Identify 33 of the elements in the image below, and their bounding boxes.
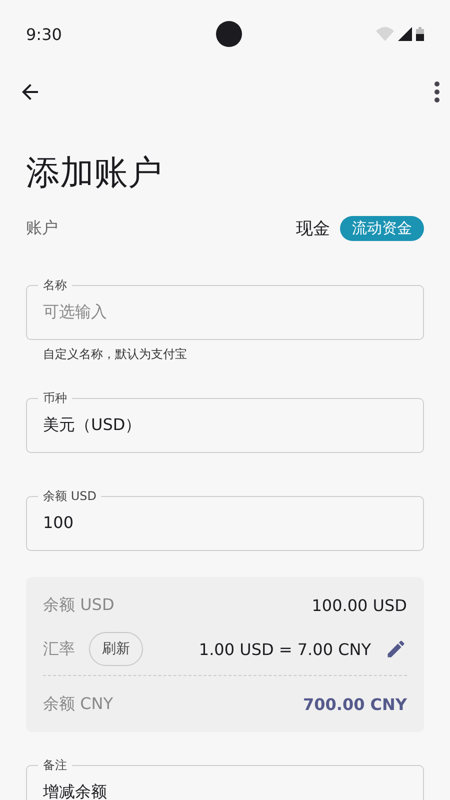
account-type: 现金 [296, 218, 330, 240]
row-label: 余额 USD [43, 594, 114, 616]
account-label: 账户 [26, 218, 58, 238]
helper-text: 自定义名称，默认为支付宝 [43, 346, 188, 363]
text-input[interactable]: 100 [43, 513, 407, 533]
input-field[interactable]: 备注 增减余额 [26, 758, 424, 800]
row-value: 1.00 USD = 7.00 CNY [198, 640, 371, 658]
row-value: 100.00 USD [312, 596, 407, 614]
input-field[interactable]: 余额 USD 100 [26, 489, 424, 551]
wifi-icon [376, 27, 394, 41]
page-title: 添加账户 [26, 152, 163, 194]
field-label: 币种 [42, 391, 68, 405]
row-label: 汇率 [43, 638, 75, 660]
field-label: 余额 USD [42, 489, 98, 503]
more-vertical-icon [434, 81, 440, 103]
edit-button[interactable] [385, 638, 407, 660]
row-value: 700.00 CNY [302, 694, 407, 714]
text-input[interactable]: 增减余额 [43, 782, 407, 800]
text-input[interactable]: 可选输入 [43, 302, 407, 322]
field-label: 名称 [42, 278, 68, 292]
input-field[interactable]: 名称 可选输入 [26, 278, 424, 340]
account-tag[interactable]: 流动资金 [340, 216, 424, 240]
field-label: 备注 [42, 758, 68, 772]
more-button[interactable] [434, 81, 440, 103]
signal-icon [398, 27, 412, 41]
camera-hole-icon [216, 21, 242, 47]
text-input[interactable]: 美元（USD） [43, 415, 407, 435]
pencil-icon [385, 638, 407, 660]
status-time: 9:30 [26, 24, 62, 44]
refresh-button[interactable]: 刷新 [89, 632, 143, 666]
row-label: 余额 CNY [43, 694, 113, 714]
battery-icon [416, 27, 424, 41]
input-field[interactable]: 币种 美元（USD） [26, 391, 424, 453]
